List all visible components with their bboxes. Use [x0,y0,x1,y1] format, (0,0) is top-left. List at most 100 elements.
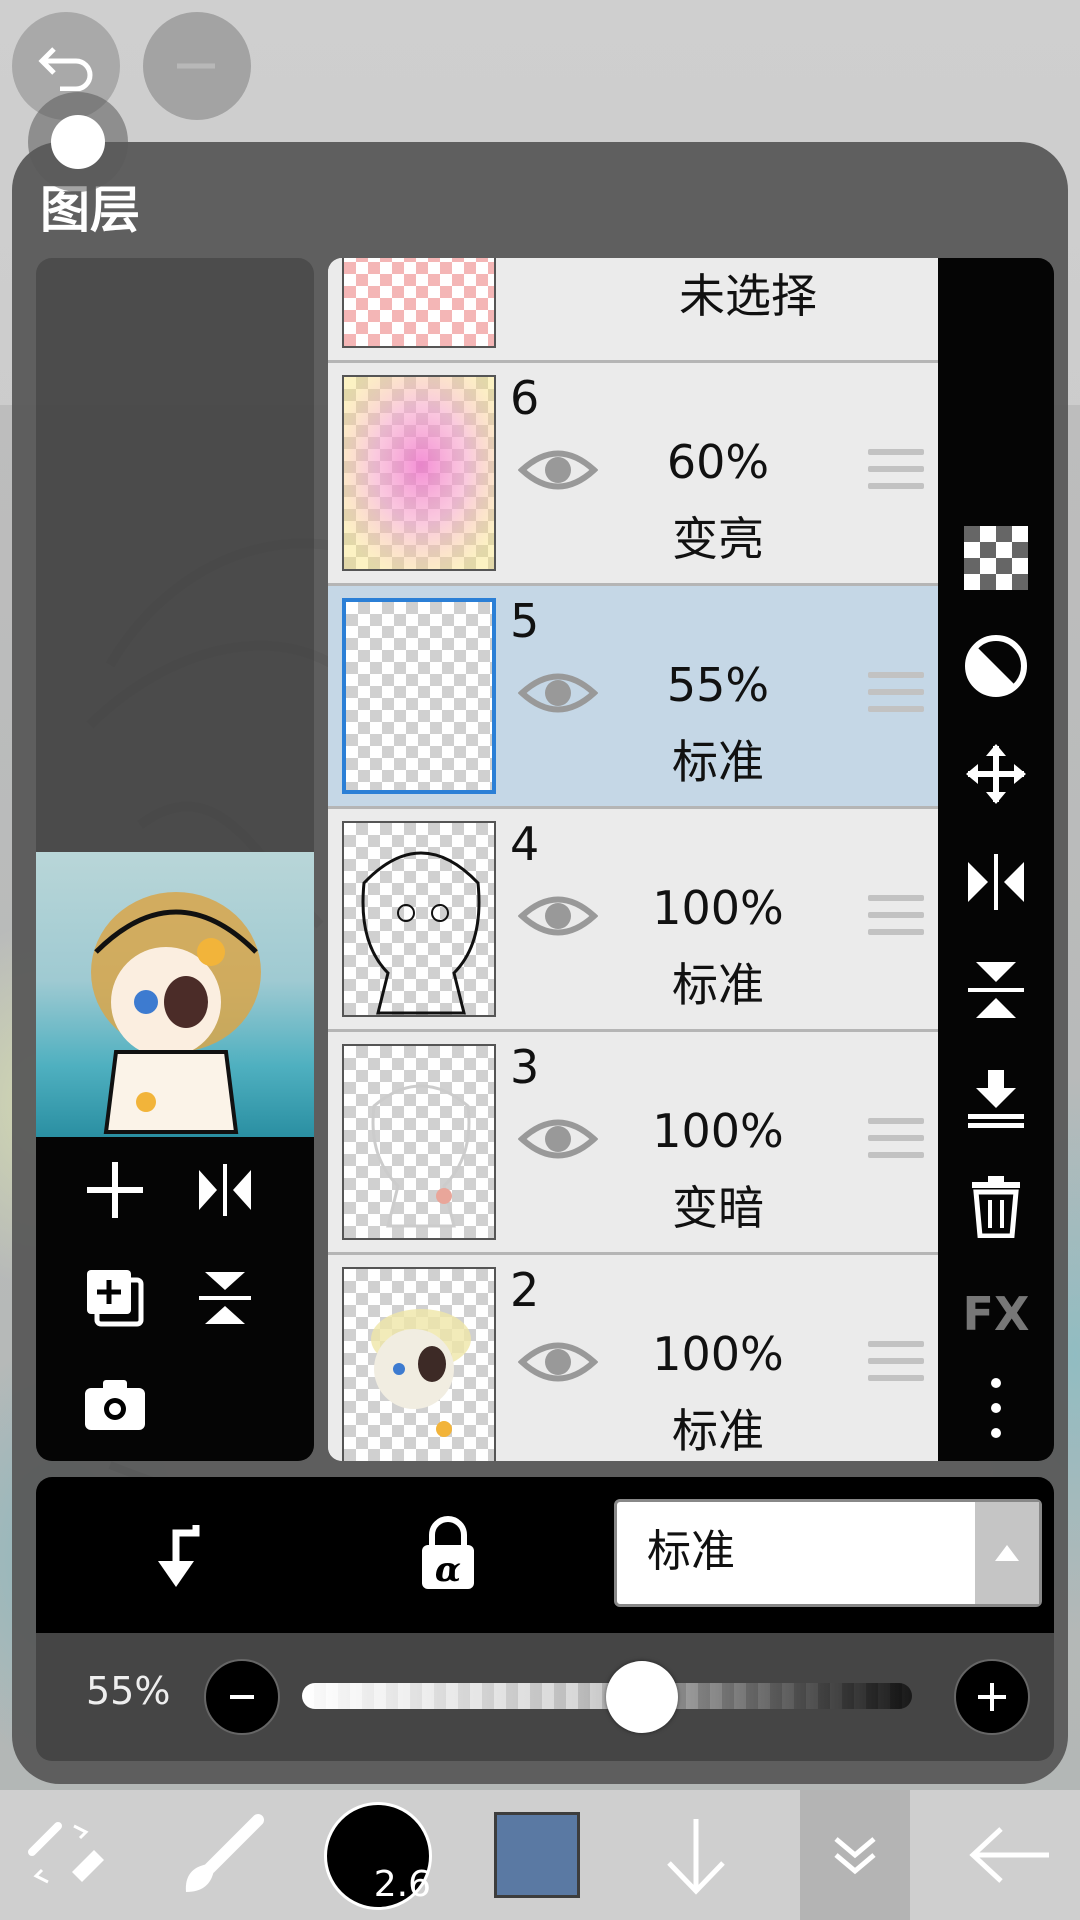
camera-icon [85,1380,145,1430]
arrow-down-icon [667,1819,725,1895]
more-icon [991,1378,1001,1438]
opacity-bar: 55% [36,1633,1054,1761]
plus-icon [978,1683,1006,1711]
layer-number: 2 [510,1263,540,1317]
clipping-toggle-button[interactable] [146,1515,206,1599]
expand-menu-button[interactable] [800,1790,910,1920]
layer-number: 4 [510,817,540,871]
brush-eraser-icon [28,1822,104,1884]
layer-panel: 图层 未选择 6 60% 变亮 5 55% 标准 4 100% 标准 3 100… [12,142,1068,1784]
left-toolbar [36,1137,314,1461]
opacity-slider-thumb[interactable] [606,1661,678,1733]
drag-handle-icon[interactable] [868,1341,924,1392]
visibility-eye-icon[interactable] [518,1114,598,1164]
minus-icon [230,1695,254,1699]
layer-blend-mode: 标准 [672,735,764,789]
merge-down-button[interactable] [956,1058,1036,1138]
duplicate-layer-button[interactable] [70,1253,160,1343]
brush-size-button[interactable]: 2.6 [324,1802,432,1910]
dropdown-arrow-icon [975,1502,1039,1604]
layer-thumbnail [342,258,496,348]
drag-handle-icon[interactable] [868,672,924,723]
layer-blend-mode: 标准 [672,1404,764,1458]
fx-button[interactable]: FX [956,1274,1036,1354]
layer-row-unselected[interactable]: 未选择 [328,258,938,363]
layer-number: 5 [510,594,540,648]
move-layer-button[interactable] [956,734,1036,814]
clipping-button[interactable] [956,626,1036,706]
more-options-button[interactable] [956,1368,1036,1448]
back-button[interactable] [960,1790,1060,1920]
layer-opacity: 60% [666,435,770,489]
brush-icon [185,1814,264,1892]
drag-handle-icon[interactable] [868,449,924,500]
transparency-icon [964,526,1028,590]
layer-thumbnail [342,1267,496,1461]
layer-row-4[interactable]: 4 100% 标准 [328,809,938,1032]
visibility-eye-icon[interactable] [518,1337,598,1387]
alpha-lock-icon: α [422,1516,474,1590]
merge-down-icon [968,1070,1024,1128]
drag-handle-icon[interactable] [868,895,924,946]
layer-down-button[interactable] [656,1790,736,1920]
flip-vertical-icon [968,962,1024,1018]
redo-icon [177,63,215,69]
layer-opacity: 100% [652,1104,784,1158]
layer-thumbnail [342,1044,496,1240]
blend-mode-bar: α 标准 [36,1477,1054,1633]
delete-layer-button[interactable] [956,1166,1036,1246]
opacity-value: 55% [86,1669,171,1713]
right-toolbar: FX [938,258,1054,1461]
layer-row-2[interactable]: 2 100% 标准 [328,1255,938,1461]
layer-opacity: 100% [652,881,784,935]
layer-thumbnail [342,821,496,1017]
import-photo-button[interactable] [70,1359,160,1449]
invert-icon [965,635,1027,697]
flip-layer-vertical-button[interactable] [956,950,1036,1030]
clip-arrow-icon [158,1525,200,1587]
left-column [36,258,314,1461]
layer-blend-mode: 标准 [672,958,764,1012]
flip-canvas-horizontal-button[interactable] [180,1145,270,1235]
drag-handle-icon[interactable] [868,1118,924,1169]
layer-blend-mode: 变亮 [672,512,764,566]
flip-vertical-icon [199,1272,251,1324]
panel-handle[interactable] [28,92,128,192]
layer-opacity: 100% [652,1327,784,1381]
flip-canvas-vertical-button[interactable] [180,1253,270,1343]
arrow-left-icon [969,1827,1049,1883]
layer-row-5[interactable]: 5 55% 标准 [328,586,938,809]
brush-size-value: 2.6 [373,1864,431,1905]
layer-opacity: 55% [666,658,770,712]
layer-thumbnail [342,598,496,794]
opacity-increase-button[interactable] [954,1659,1030,1735]
flip-horizontal-icon [199,1164,251,1216]
bottom-toolbar: 2.6 [0,1790,1080,1920]
alpha-lock-button[interactable]: α [416,1515,480,1599]
visibility-eye-icon[interactable] [518,668,598,718]
redo-button[interactable] [143,12,251,120]
canvas-preview[interactable] [36,852,314,1137]
layer-list[interactable]: 未选择 6 60% 变亮 5 55% 标准 4 100% 标准 3 100% 变… [328,258,938,1461]
duplicate-icon [87,1270,144,1327]
layer-number: 6 [510,371,540,425]
flip-layer-horizontal-button[interactable] [956,842,1036,922]
add-layer-button[interactable] [70,1145,160,1235]
blend-mode-select[interactable]: 标准 [614,1499,1042,1607]
move-icon [966,744,1026,804]
plus-icon [87,1162,143,1218]
visibility-eye-icon[interactable] [518,891,598,941]
tool-switch-button[interactable] [22,1790,112,1920]
undo-icon [38,47,93,91]
visibility-eye-icon[interactable] [518,445,598,495]
opacity-decrease-button[interactable] [204,1659,280,1735]
trash-icon [972,1176,1020,1238]
layer-number: 3 [510,1040,540,1094]
layer-row-3[interactable]: 3 100% 变暗 [328,1032,938,1255]
layer-row-6[interactable]: 6 60% 变亮 [328,363,938,586]
layer-thumbnail [342,375,496,571]
brush-tool-button[interactable] [178,1790,268,1920]
selection-status: 未选择 [679,269,817,323]
transparency-button[interactable] [956,518,1036,598]
color-swatch[interactable] [494,1812,580,1898]
